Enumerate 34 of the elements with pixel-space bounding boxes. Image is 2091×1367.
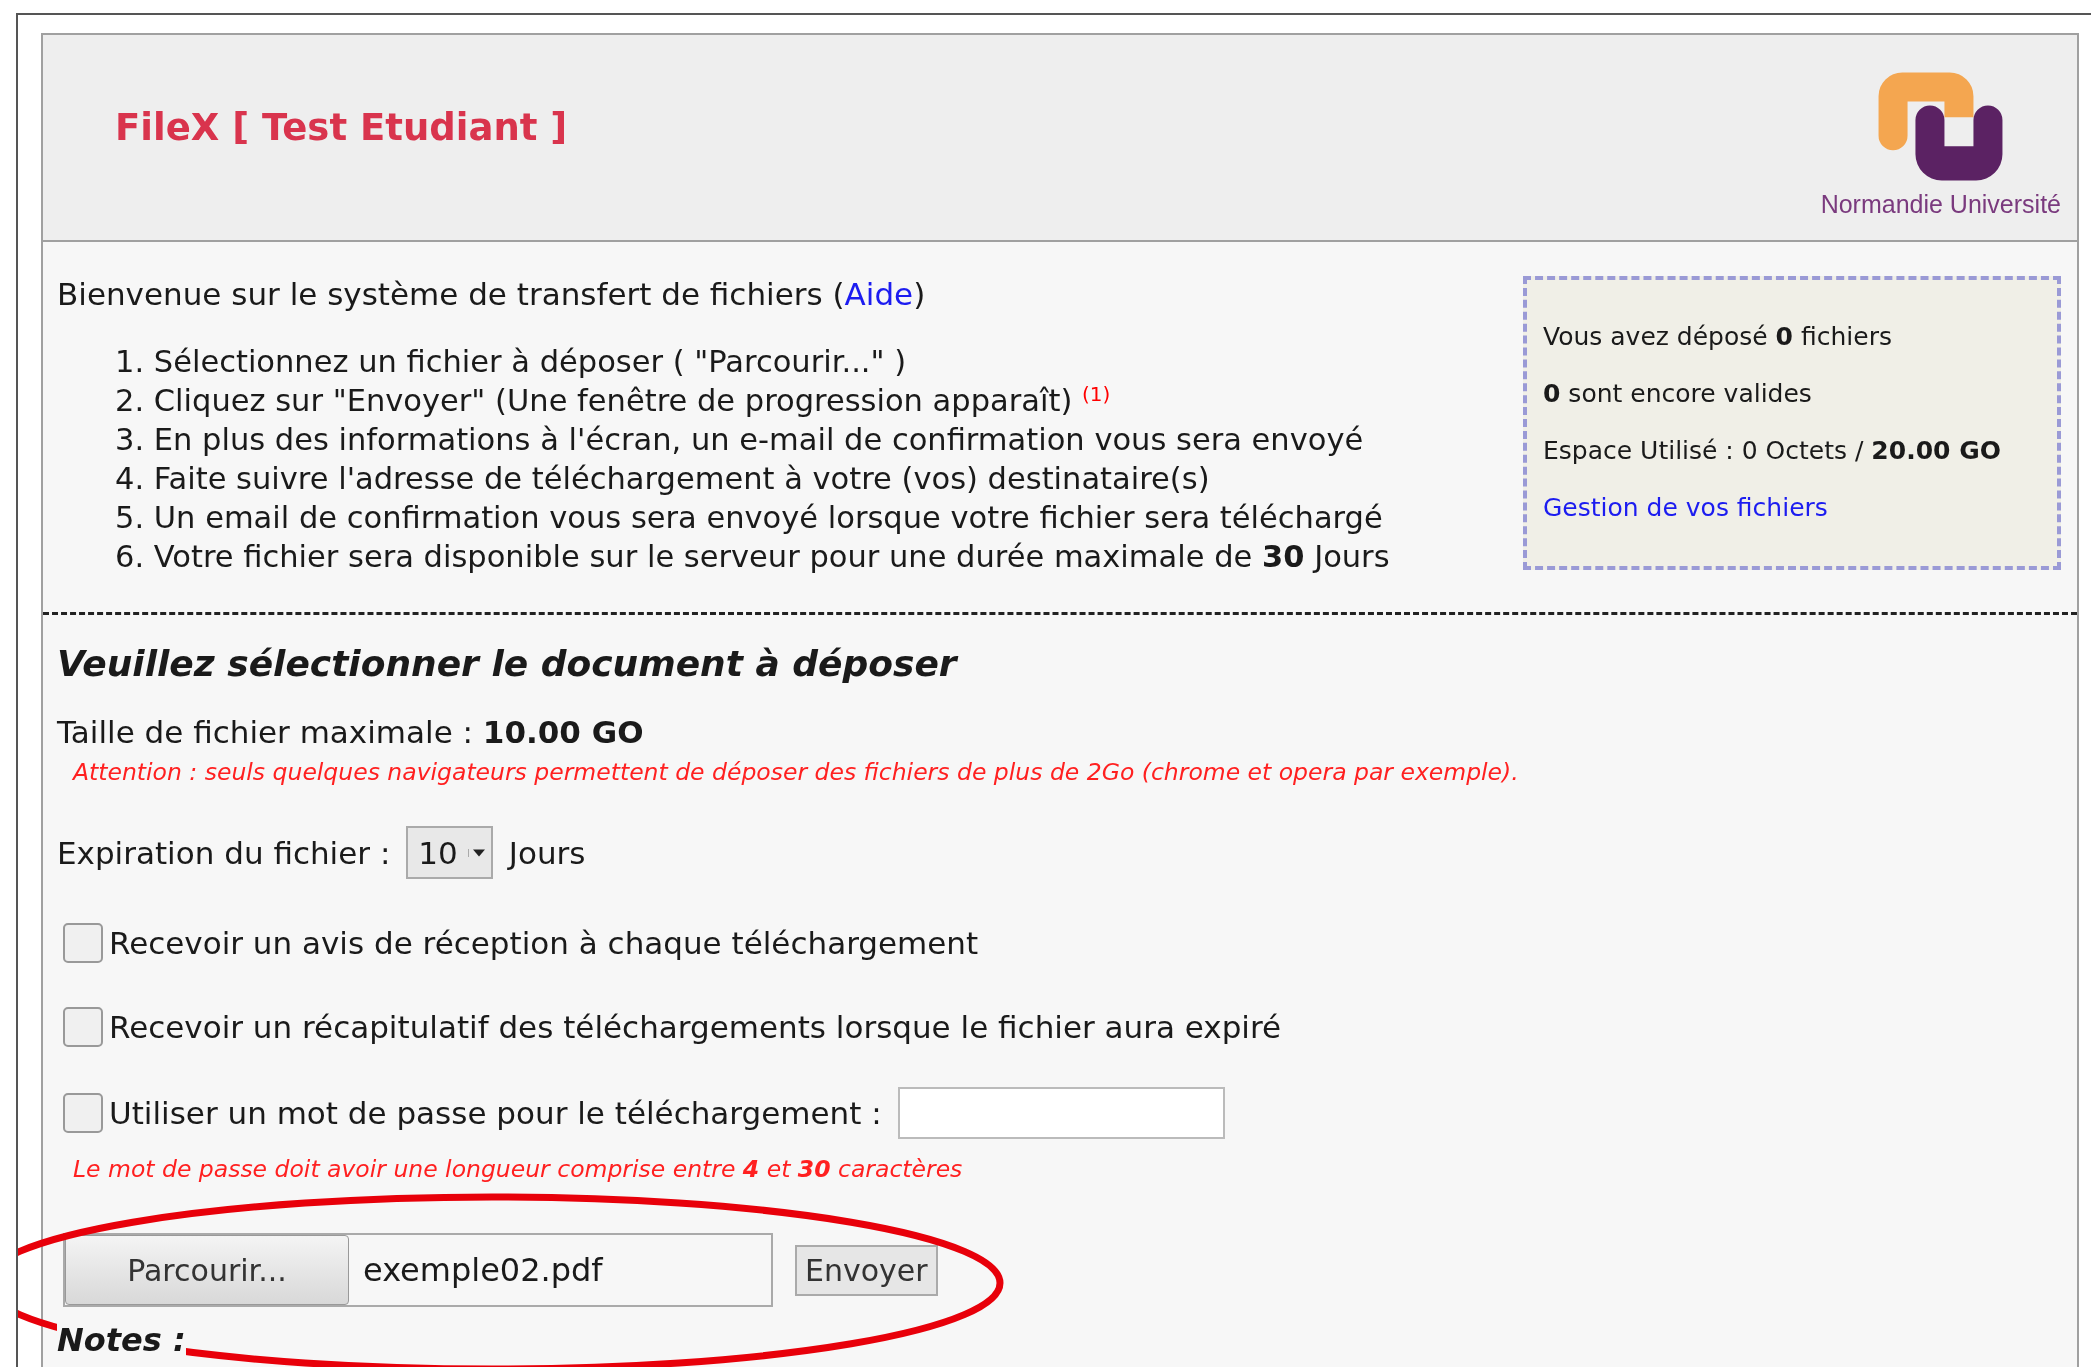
file-name: exemple02.pdf (362, 1250, 603, 1291)
option-label: Recevoir un récapitulatif des téléchargements lorsque le fichier aura expiré (109, 1009, 1282, 1045)
stat-text: Vous avez déposé 0 fichiers (1543, 322, 1893, 351)
logo-text: Normandie Université (1820, 189, 2061, 219)
step-text: 6. Votre fichier sera disponible sur le serveur pour une durée maximale de 30 Jours (115, 538, 1390, 576)
step-text: 5. Un email de confirmation vous sera envoyé lorsque votre fichier sera téléchargé (115, 499, 1384, 537)
step-text: 4. Faite suivre l'adresse de téléchargement à votre (vos) destinataire(s) (115, 460, 1211, 498)
intro-text: Bienvenue sur le système de transfert de fichiers (Aide) (57, 276, 927, 312)
warning-text: Attention : seuls quelques navigateurs permettent de déposer des fichiers de plus de 2Go (chrome et opera par exemple). (73, 758, 1520, 786)
help-link[interactable]: Aide (844, 276, 914, 312)
section-heading: Veuillez sélectionner le document à déposer (57, 643, 960, 684)
step-text: 1. Sélectionnez un fichier à déposer ( "Parcourir..." ) (115, 343, 908, 381)
option-label: Recevoir un avis de réception à chaque téléchargement (109, 925, 979, 961)
password-hint: Le mot de passe doit avoir une longueur comprise entre 4 et 30 caractères (73, 1155, 964, 1183)
browse-button[interactable]: Parcourir... (65, 1235, 349, 1305)
caret-icon (467, 848, 485, 857)
expiration-unit: Jours (508, 834, 586, 871)
option-label: Utiliser un mot de passe pour le téléchargement : (109, 1095, 882, 1131)
manage-files-link[interactable]: Gestion de vos fichiers (1543, 493, 2057, 522)
app-title: FileX [ Test Etudiant ] (115, 106, 568, 149)
step-text: 2. Cliquez sur "Envoyer" (Une fenêtre de progression apparaît) $^{(1)}$ (115, 381, 1112, 420)
expiration-select[interactable]: 10 (406, 826, 493, 879)
checkbox[interactable] (63, 1093, 103, 1133)
password-field[interactable] (897, 1087, 1225, 1139)
step-text: 3. En plus des informations à l'écran, un e-mail de confirmation vous sera envoyé (115, 421, 1365, 459)
stat-text: 0 sont encore valides (1543, 379, 1813, 408)
checkbox[interactable] (63, 1007, 103, 1047)
max-size-text: Taille de fichier maximale : 10.00 GO (57, 714, 645, 750)
checkbox[interactable] (63, 923, 103, 963)
send-button[interactable]: Envoyer (795, 1244, 938, 1296)
expiration-label: Expiration du fichier : (57, 834, 391, 871)
file-input[interactable]: Parcourir... exemple02.pdf (63, 1233, 773, 1307)
notes-heading: Notes : (57, 1321, 186, 1359)
stat-text: Espace Utilisé : 0 Octets / 20.00 GO (1543, 436, 2002, 465)
